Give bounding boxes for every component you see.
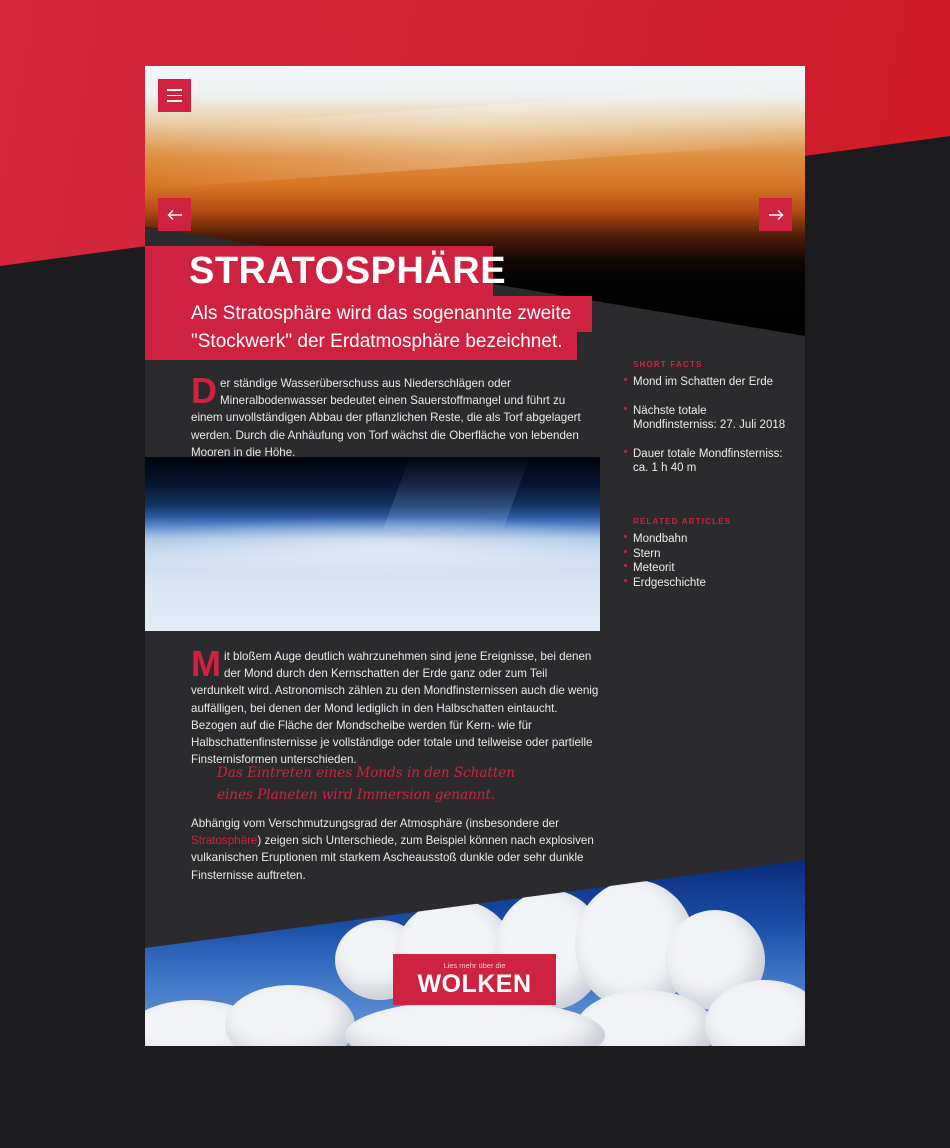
- cloud-shape: [225, 985, 355, 1046]
- short-facts-heading: SHORT FACTS: [633, 360, 703, 369]
- article-paragraph-2: Mit bloßem Auge deutlich wahrzunehmen si…: [191, 643, 599, 768]
- read-more-button[interactable]: Lies mehr über die WOLKEN: [393, 954, 556, 1005]
- related-article-link[interactable]: Meteorit: [623, 561, 793, 576]
- fact-item: Mond im Schatten der Erde: [623, 375, 793, 390]
- read-more-topic: WOLKEN: [417, 970, 532, 998]
- paragraph-text: Abhängig vom Verschmutzungsgrad der Atmo…: [191, 817, 559, 830]
- paragraph-text: er ständige Wasserüberschuss aus Nieders…: [191, 377, 581, 459]
- related-article-link[interactable]: Stern: [623, 547, 793, 562]
- previous-button[interactable]: [158, 198, 191, 231]
- article-paragraph-1: Der ständige Wasserüberschuss aus Nieder…: [191, 370, 599, 461]
- menu-button[interactable]: [158, 79, 191, 112]
- clouds-image: [145, 860, 805, 1046]
- next-button[interactable]: [759, 198, 792, 231]
- hamburger-menu-icon: [167, 85, 182, 106]
- earth-atmosphere-glow: [145, 517, 600, 577]
- related-article-link[interactable]: Erdgeschichte: [623, 576, 793, 591]
- related-articles-heading: RELATED ARTICLES: [633, 517, 732, 526]
- pull-quote: Das Eintreten eines Monds in den Schatte…: [217, 765, 515, 803]
- page-title: STRATOSPHÄRE: [189, 250, 507, 292]
- fact-item: Dauer totale Mondfinsterniss: ca. 1 h 40…: [623, 447, 793, 476]
- page-subtitle: Als Stratosphäre wird das sogenannte zwe…: [191, 303, 572, 352]
- dropcap-letter: D: [191, 370, 217, 411]
- hero-sheen: [145, 82, 805, 190]
- related-articles-list: Mondbahn Stern Meteorit Erdgeschichte: [623, 532, 793, 590]
- stratosphaere-link[interactable]: Stratosphäre: [191, 834, 257, 847]
- read-more-caption: Lies mehr über die: [443, 961, 506, 970]
- short-facts-section: SHORT FACTS Mond im Schatten der Erde Nä…: [623, 360, 793, 490]
- paragraph-text: it bloßem Auge deutlich wahrzunehmen sin…: [191, 650, 599, 767]
- related-articles-section: RELATED ARTICLES Mondbahn Stern Meteorit…: [623, 517, 793, 590]
- earth-horizon-image: [145, 457, 600, 631]
- article-page: STRATOSPHÄRE Als Stratosphäre wird das s…: [145, 66, 805, 1046]
- dropcap-letter: M: [191, 643, 221, 684]
- arrow-left-icon: [167, 209, 182, 220]
- short-facts-list: Mond im Schatten der Erde Nächste totale…: [623, 375, 793, 476]
- arrow-right-icon: [768, 209, 783, 220]
- fact-item: Nächste totale Mondfinsterniss: 27. Juli…: [623, 404, 793, 433]
- article-paragraph-3: Abhängig vom Verschmutzungsgrad der Atmo…: [191, 815, 599, 884]
- related-article-link[interactable]: Mondbahn: [623, 532, 793, 547]
